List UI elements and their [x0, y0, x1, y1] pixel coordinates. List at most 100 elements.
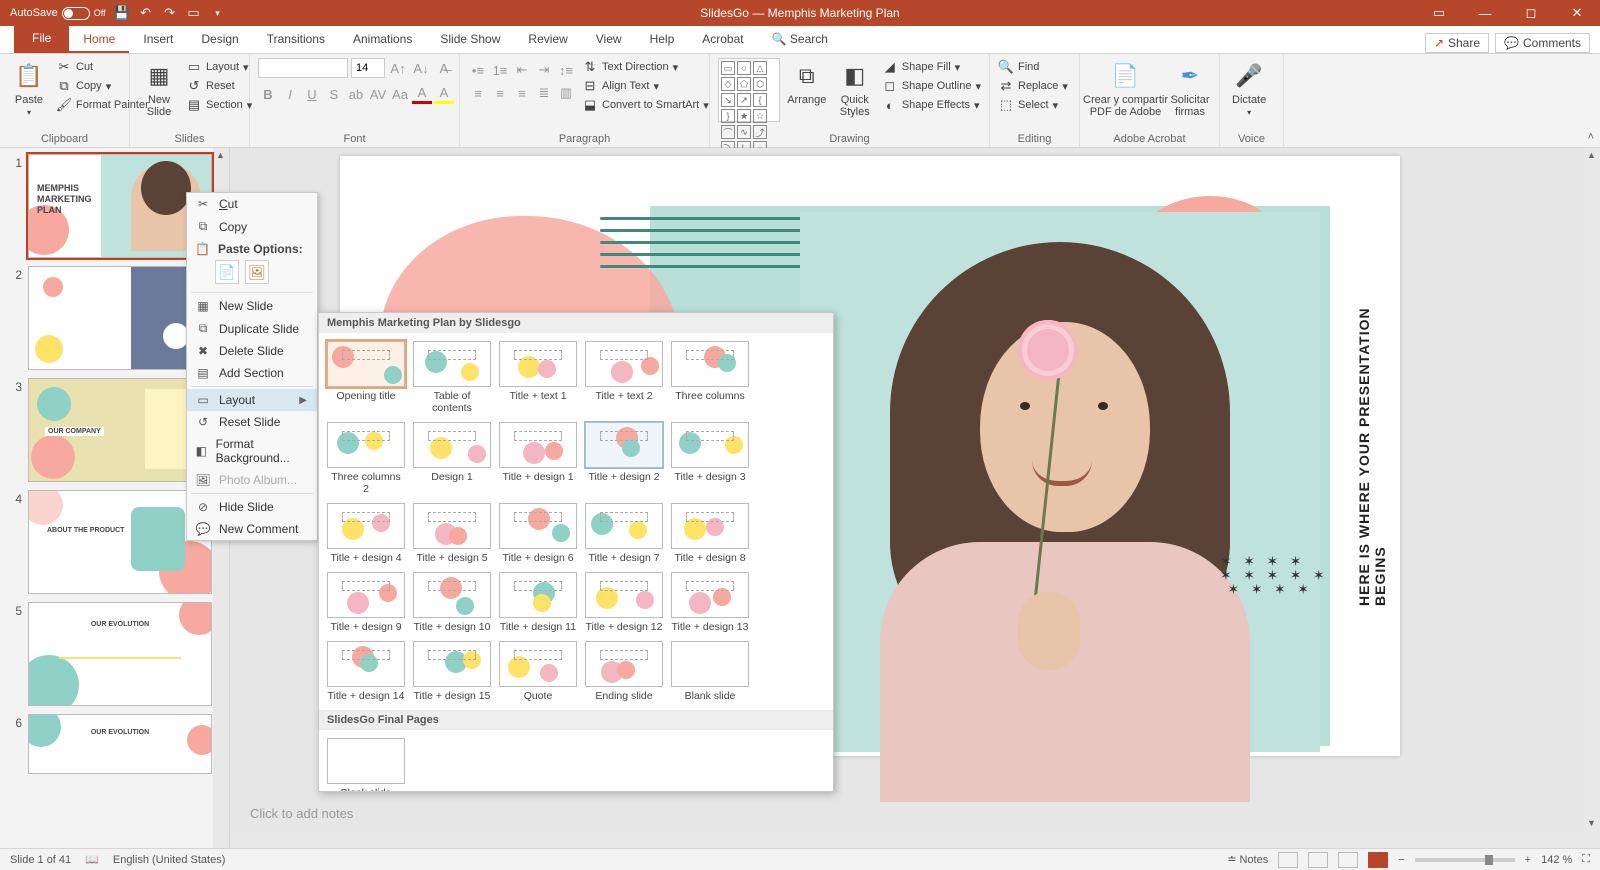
- bullets-icon[interactable]: •≡: [468, 60, 488, 80]
- arrange-button[interactable]: ⧉Arrange: [786, 58, 828, 108]
- align-left-icon[interactable]: ≡: [468, 83, 488, 103]
- ctx-reset-slide[interactable]: ↺Reset Slide: [187, 411, 317, 433]
- font-family-input[interactable]: [258, 58, 348, 78]
- select-button[interactable]: ⬚Select ▾: [998, 96, 1068, 114]
- layout-option[interactable]: Title + design 11: [499, 572, 577, 633]
- shape-fill-button[interactable]: ◢Shape Fill ▾: [882, 58, 981, 76]
- ctx-add-section[interactable]: ▤Add Section: [187, 362, 317, 384]
- autosave-toggle[interactable]: AutoSave Off: [10, 7, 106, 20]
- ctx-new-comment[interactable]: 💬New Comment: [187, 518, 317, 540]
- request-sign-button[interactable]: ✒Solicitar firmas: [1169, 58, 1211, 120]
- layout-option[interactable]: Table of contents: [413, 341, 491, 414]
- slide-thumbnail-1[interactable]: MEMPHIS MARKETING PLAN: [28, 154, 212, 258]
- slideshow-view-icon[interactable]: [1368, 852, 1388, 868]
- layout-option[interactable]: Title + design 8: [671, 503, 749, 564]
- new-slide-button[interactable]: ▦New Slide: [138, 58, 180, 120]
- fit-to-window-icon[interactable]: ⛶: [1582, 853, 1590, 866]
- char-spacing-icon[interactable]: AV: [368, 84, 388, 104]
- collapse-ribbon-icon[interactable]: ˄: [1588, 131, 1594, 143]
- slide-thumbnail-2[interactable]: [28, 266, 212, 370]
- layout-option[interactable]: Title + design 5: [413, 503, 491, 564]
- zoom-out-icon[interactable]: −: [1398, 854, 1404, 866]
- clear-format-icon[interactable]: A̶: [434, 58, 454, 78]
- tab-animations[interactable]: Animations: [339, 26, 426, 53]
- slide-thumbnail-6[interactable]: OUR EVOLUTION: [28, 714, 212, 774]
- slide-thumbnail-3[interactable]: OUR COMPANY: [28, 378, 212, 482]
- columns-icon[interactable]: ▥: [556, 83, 576, 103]
- highlight-icon[interactable]: A: [434, 84, 454, 104]
- tab-review[interactable]: Review: [514, 26, 581, 53]
- tab-slideshow[interactable]: Slide Show: [426, 26, 514, 53]
- paste-button[interactable]: 📋Paste▾: [8, 58, 50, 119]
- quick-styles-button[interactable]: ◧Quick Styles: [834, 58, 876, 120]
- slide-thumbnail-4[interactable]: ABOUT THE PRODUCT: [28, 490, 212, 594]
- layout-option[interactable]: Title + design 10: [413, 572, 491, 633]
- ctx-delete-slide[interactable]: ✖Delete Slide: [187, 340, 317, 362]
- tab-insert[interactable]: Insert: [129, 26, 187, 53]
- save-icon[interactable]: 💾: [114, 5, 130, 21]
- replace-button[interactable]: ⇄Replace ▾: [998, 77, 1068, 95]
- align-text-button[interactable]: ⊟Align Text ▾: [582, 77, 709, 95]
- layout-button[interactable]: ▭Layout ▾: [186, 58, 252, 76]
- layout-option[interactable]: Ending slide: [585, 641, 663, 702]
- share-button[interactable]: ↗Share: [1425, 33, 1489, 53]
- layout-option[interactable]: Quote: [499, 641, 577, 702]
- normal-view-icon[interactable]: [1278, 852, 1298, 868]
- undo-icon[interactable]: ↶: [138, 5, 154, 21]
- qat-dropdown-icon[interactable]: ▾: [210, 5, 226, 21]
- slide-thumbnail-5[interactable]: OUR EVOLUTION: [28, 602, 212, 706]
- dictate-button[interactable]: 🎤Dictate▾: [1228, 58, 1270, 119]
- reading-view-icon[interactable]: [1338, 852, 1358, 868]
- zoom-slider[interactable]: [1415, 858, 1515, 862]
- layout-option[interactable]: Title + design 9: [327, 572, 405, 633]
- ctx-new-slide[interactable]: ▦New Slide: [187, 295, 317, 317]
- layout-option[interactable]: Blank slide: [327, 738, 405, 792]
- redo-icon[interactable]: ↷: [162, 5, 178, 21]
- slide-subtitle[interactable]: HERE IS WHERE YOUR PRESENTATION BEGINS: [1356, 306, 1388, 606]
- status-language[interactable]: English (United States): [113, 854, 226, 866]
- ctx-layout[interactable]: ▭Layout▶: [187, 389, 317, 411]
- shape-outline-button[interactable]: ◻Shape Outline ▾: [882, 77, 981, 95]
- ctx-cut[interactable]: ✂Cut: [187, 193, 317, 215]
- layout-option[interactable]: Title + design 13: [671, 572, 749, 633]
- increase-font-icon[interactable]: A↑: [388, 58, 408, 78]
- tab-view[interactable]: View: [582, 26, 636, 53]
- notes-toggle[interactable]: ≐ Notes: [1227, 853, 1268, 866]
- line-spacing-icon[interactable]: ↕≡: [556, 60, 576, 80]
- ctx-format-background[interactable]: ◧Format Background...: [187, 433, 317, 469]
- text-direction-button[interactable]: ⇅Text Direction ▾: [582, 58, 709, 76]
- canvas-scrollbar-vertical[interactable]: [1584, 148, 1600, 848]
- tab-transitions[interactable]: Transitions: [253, 26, 339, 53]
- indent-dec-icon[interactable]: ⇤: [512, 60, 532, 80]
- comments-button[interactable]: 💬Comments: [1495, 33, 1590, 53]
- bold-icon[interactable]: B: [258, 84, 278, 104]
- font-size-input[interactable]: [351, 58, 385, 78]
- align-center-icon[interactable]: ≡: [490, 83, 510, 103]
- layout-option[interactable]: Title + design 12: [585, 572, 663, 633]
- ctx-copy[interactable]: ⧉Copy: [187, 215, 317, 238]
- shapes-gallery[interactable]: ▭○△◇⬠⬡ ↘↗{}★☆ ⌒∿⤴⤵L⌐: [718, 58, 780, 122]
- minimize-icon[interactable]: —: [1462, 0, 1508, 26]
- tab-acrobat[interactable]: Acrobat: [688, 26, 757, 53]
- section-button[interactable]: ▤Section ▾: [186, 96, 252, 114]
- layout-option[interactable]: Title + text 1: [499, 341, 577, 414]
- underline-icon[interactable]: U: [302, 84, 322, 104]
- font-color-icon[interactable]: A: [412, 84, 432, 104]
- zoom-level[interactable]: 142 %: [1541, 854, 1572, 866]
- tab-design[interactable]: Design: [187, 26, 252, 53]
- present-icon[interactable]: ▭: [186, 5, 202, 21]
- maximize-icon[interactable]: ◻: [1508, 0, 1554, 26]
- find-button[interactable]: 🔍Find: [998, 58, 1068, 76]
- change-case-icon[interactable]: Aa: [390, 84, 410, 104]
- layout-option[interactable]: Design 1: [413, 422, 491, 495]
- layout-option[interactable]: Title + design 14: [327, 641, 405, 702]
- tell-me-search[interactable]: 🔍 Search: [758, 26, 842, 53]
- tab-home[interactable]: Home: [69, 26, 129, 53]
- shape-effects-button[interactable]: ◐Shape Effects ▾: [882, 96, 981, 114]
- layout-option[interactable]: Title + design 7: [585, 503, 663, 564]
- paste-option-dest-theme-icon[interactable]: 📄: [215, 260, 239, 284]
- decrease-font-icon[interactable]: A↓: [411, 58, 431, 78]
- reset-button[interactable]: ↺Reset: [186, 77, 252, 95]
- layout-option[interactable]: Blank slide: [671, 641, 749, 702]
- notes-placeholder[interactable]: Click to add notes: [250, 798, 1580, 828]
